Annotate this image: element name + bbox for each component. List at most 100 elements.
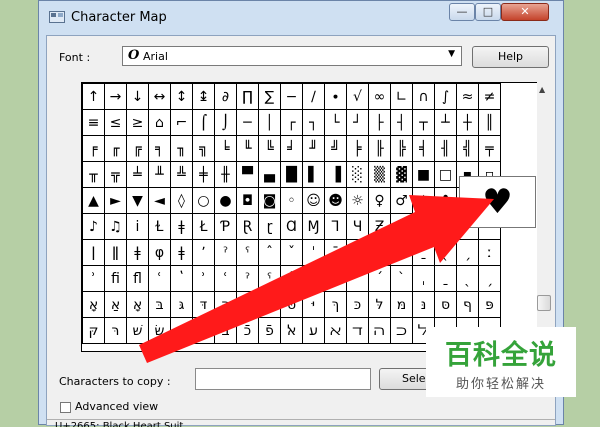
- character-cell[interactable]: ♂: [390, 187, 413, 214]
- character-cell[interactable]: −: [280, 83, 303, 110]
- character-cell[interactable]: ʼ: [192, 239, 215, 266]
- character-cell[interactable]: ╜: [302, 135, 325, 162]
- character-cell[interactable]: סּ: [434, 291, 457, 318]
- character-cell[interactable]: ⌂: [148, 109, 171, 136]
- character-cell[interactable]: Ɑ: [280, 213, 303, 240]
- character-cell[interactable]: ☻: [324, 187, 347, 214]
- character-cell[interactable]: Ɫ: [148, 213, 171, 240]
- character-cell[interactable]: ʿ: [214, 265, 237, 292]
- character-cell[interactable]: ≡: [82, 109, 105, 136]
- advanced-view-option[interactable]: Advanced view: [60, 400, 158, 413]
- character-cell[interactable]: ƶ: [390, 213, 413, 240]
- character-cell[interactable]: ː: [478, 239, 501, 266]
- character-cell[interactable]: בּ: [148, 291, 171, 318]
- character-cell[interactable]: ╠: [390, 135, 413, 162]
- character-cell[interactable]: ˌ: [412, 265, 435, 292]
- character-cell[interactable]: ♠: [412, 187, 435, 214]
- character-cell[interactable]: ˊ: [368, 265, 391, 292]
- character-cell[interactable]: ╖: [170, 135, 193, 162]
- character-cell[interactable]: └: [324, 109, 347, 136]
- character-cell[interactable]: █: [280, 161, 303, 188]
- character-cell[interactable]: ◘: [236, 187, 259, 214]
- character-cell[interactable]: ▒: [368, 161, 391, 188]
- help-button[interactable]: Help: [472, 46, 549, 68]
- character-cell[interactable]: ʿ: [148, 265, 171, 292]
- character-cell[interactable]: ⌐: [170, 109, 193, 136]
- character-cell[interactable]: ╡: [412, 135, 435, 162]
- character-cell[interactable]: ˋ: [368, 239, 391, 266]
- character-cell[interactable]: ╔: [126, 135, 149, 162]
- character-cell[interactable]: ♪: [82, 213, 105, 240]
- character-cell[interactable]: ╙: [236, 135, 259, 162]
- character-cell[interactable]: ɽ: [258, 213, 281, 240]
- character-cell[interactable]: ךּ: [324, 291, 347, 318]
- character-cell[interactable]: דּ: [192, 291, 215, 318]
- character-cell[interactable]: →: [104, 83, 127, 110]
- character-cell[interactable]: ┤: [390, 109, 413, 136]
- character-cell[interactable]: ╫: [214, 161, 237, 188]
- character-cell[interactable]: נּ: [412, 291, 435, 318]
- character-cell[interactable]: ﬣ: [368, 317, 391, 344]
- font-dropdown[interactable]: O Arial ▼: [122, 46, 462, 66]
- character-cell[interactable]: ╚: [258, 135, 281, 162]
- character-cell[interactable]: ≠: [478, 83, 501, 110]
- character-cell[interactable]: ╪: [192, 161, 215, 188]
- character-cell[interactable]: ˆ: [280, 265, 303, 292]
- character-cell[interactable]: ˉ: [324, 239, 347, 266]
- character-cell[interactable]: ǃ: [434, 213, 457, 240]
- character-cell[interactable]: ˍ: [412, 239, 435, 266]
- character-cell[interactable]: ʾ: [192, 265, 215, 292]
- character-cell[interactable]: ╧: [126, 161, 149, 188]
- character-cell[interactable]: ╘: [214, 135, 237, 162]
- character-cell[interactable]: Ł: [192, 213, 215, 240]
- character-cell[interactable]: □: [434, 161, 457, 188]
- character-cell[interactable]: ⌠: [192, 109, 215, 136]
- character-cell[interactable]: ǁ: [104, 239, 127, 266]
- character-cell[interactable]: ◦: [280, 187, 303, 214]
- character-cell[interactable]: ─: [236, 109, 259, 136]
- character-cell[interactable]: ˏ: [456, 239, 479, 266]
- character-cell[interactable]: ∏: [236, 83, 259, 110]
- character-cell[interactable]: ≤: [104, 109, 127, 136]
- character-cell[interactable]: ░: [346, 161, 369, 188]
- character-cell[interactable]: ╥: [82, 161, 105, 188]
- character-cell[interactable]: ╨: [148, 161, 171, 188]
- character-cell[interactable]: ■: [412, 161, 435, 188]
- character-cell[interactable]: ⅰ: [126, 213, 149, 240]
- character-cell[interactable]: Ɥ: [346, 213, 369, 240]
- character-cell[interactable]: אָ: [82, 291, 105, 318]
- character-cell[interactable]: ╢: [434, 135, 457, 162]
- character-cell[interactable]: וּ: [236, 291, 259, 318]
- character-cell[interactable]: ↕: [170, 83, 193, 110]
- character-cell[interactable]: ┬: [412, 109, 435, 136]
- character-cell[interactable]: ╦: [104, 161, 127, 188]
- character-cell[interactable]: ●: [214, 187, 237, 214]
- character-cell[interactable]: ǂ: [170, 239, 193, 266]
- character-cell[interactable]: ◙: [258, 187, 281, 214]
- character-cell[interactable]: ˇ: [280, 239, 303, 266]
- character-cell[interactable]: פּ: [478, 291, 501, 318]
- character-cell[interactable]: ﬂ: [126, 265, 149, 292]
- character-cell[interactable]: יּ: [302, 291, 325, 318]
- character-cell[interactable]: ˎ: [456, 265, 479, 292]
- character-cell[interactable]: ˆ: [258, 239, 281, 266]
- title-bar[interactable]: Character Map — □ ✕: [39, 1, 563, 35]
- character-cell[interactable]: ╤: [478, 135, 501, 162]
- character-cell[interactable]: Ɽ: [236, 213, 259, 240]
- character-cell[interactable]: Ɱ: [302, 213, 325, 240]
- character-cell[interactable]: שּׁ: [126, 317, 149, 344]
- character-cell[interactable]: וֹ: [192, 317, 215, 344]
- character-cell[interactable]: ╩: [170, 161, 193, 188]
- character-cell[interactable]: כֿ: [236, 317, 259, 344]
- character-cell[interactable]: ˋ: [390, 265, 413, 292]
- character-cell[interactable]: בֿ: [214, 317, 237, 344]
- character-cell[interactable]: ∑: [258, 83, 281, 110]
- character-cell[interactable]: רּ: [104, 317, 127, 344]
- character-cell[interactable]: ↨: [192, 83, 215, 110]
- character-cell[interactable]: ▲: [82, 187, 105, 214]
- character-cell[interactable]: ﬤ: [390, 317, 413, 344]
- character-cell[interactable]: ┐: [302, 109, 325, 136]
- character-cell[interactable]: ☼: [346, 187, 369, 214]
- character-cell[interactable]: ╛: [280, 135, 303, 162]
- character-cell[interactable]: ∙: [324, 83, 347, 110]
